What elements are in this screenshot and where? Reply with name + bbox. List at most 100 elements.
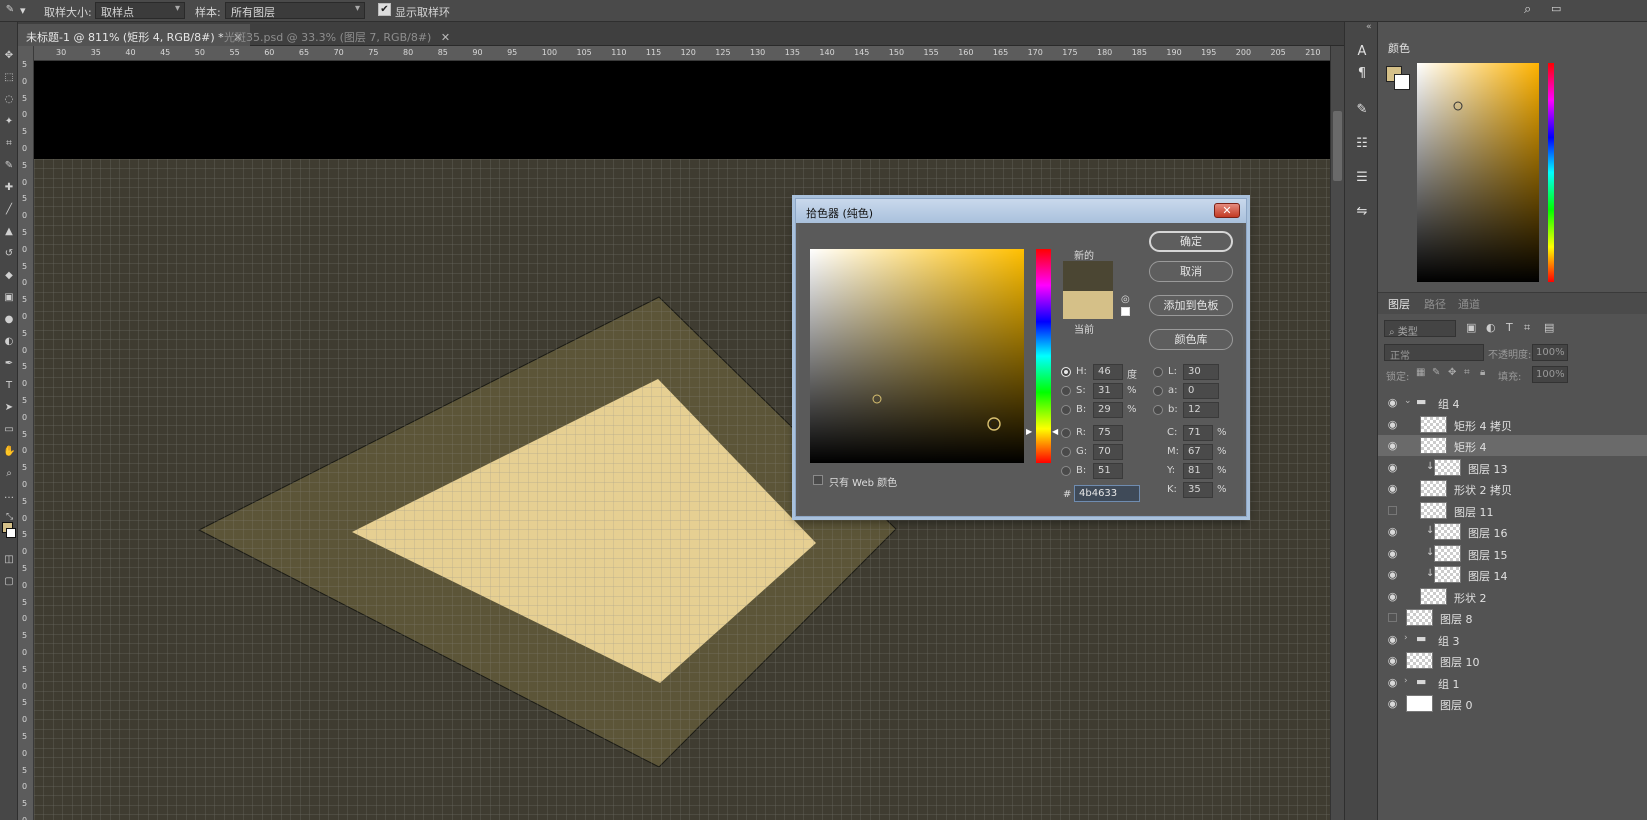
layer-row[interactable]: ◉ ↓ 图层 13 <box>1378 457 1647 478</box>
swap-colors-icon[interactable]: ⤡ <box>6 512 13 522</box>
tab-layers[interactable]: 图层 <box>1388 296 1410 312</box>
layer-thumbnail[interactable] <box>1406 609 1433 626</box>
ok-button[interactable]: 确定 <box>1149 231 1233 252</box>
gamut-warning-icon[interactable]: ◎ <box>1121 294 1130 305</box>
layer-row[interactable]: ◉ ↓ 图层 14 <box>1378 564 1647 585</box>
layer-row[interactable]: ◉ 图层 0 <box>1378 693 1647 714</box>
lasso-tool-icon[interactable]: ◌ <box>3 94 15 106</box>
screen-mode-icon[interactable]: ▢ <box>3 576 15 588</box>
blue-input[interactable]: 51 <box>1093 463 1123 479</box>
chevron-down-icon[interactable]: ⌄ <box>1404 396 1412 406</box>
layer-row[interactable]: ◉ ↓ 图层 15 <box>1378 543 1647 564</box>
lock-transparency-icon[interactable]: ▦ <box>1416 367 1425 378</box>
stamp-tool-icon[interactable]: ▲ <box>3 226 15 238</box>
color-panel-field[interactable] <box>1417 63 1539 282</box>
sample-size-select[interactable]: 取样点 <box>95 2 185 19</box>
hue-slider[interactable] <box>1036 249 1051 463</box>
cancel-button[interactable]: 取消 <box>1149 261 1233 282</box>
eye-icon[interactable]: ◉ <box>1386 676 1399 689</box>
layer-thumbnail[interactable] <box>1434 544 1461 562</box>
filter-adjustment-icon[interactable]: ◐ <box>1486 321 1496 334</box>
red-input[interactable]: 75 <box>1093 425 1123 441</box>
eye-icon[interactable]: ◉ <box>1386 439 1399 452</box>
lab-a-radio[interactable] <box>1153 386 1163 396</box>
gradient-tool-icon[interactable]: ▣ <box>3 292 15 304</box>
paragraph-panel-icon[interactable]: ¶ <box>1354 66 1370 82</box>
eye-hidden-icon[interactable] <box>1388 505 1397 515</box>
layer-row[interactable]: ◉ › ▬ 组 3 <box>1378 629 1647 650</box>
dialog-close-button[interactable]: ✕ <box>1214 203 1240 218</box>
layer-thumbnail[interactable] <box>1406 652 1433 669</box>
bg-color-swatch[interactable] <box>1394 74 1410 90</box>
dodge-tool-icon[interactable]: ◐ <box>3 336 15 348</box>
hue-input[interactable]: 46 <box>1093 364 1123 380</box>
scrollbar-thumb[interactable] <box>1333 111 1342 181</box>
shape-layer-thumbnail[interactable] <box>1420 587 1447 605</box>
magic-wand-tool-icon[interactable]: ✦ <box>3 116 15 128</box>
eye-icon[interactable]: ◉ <box>1386 633 1399 646</box>
zoom-tool-icon[interactable]: ⌕ <box>3 468 15 480</box>
eye-icon[interactable]: ◉ <box>1386 525 1399 538</box>
cyan-input[interactable]: 71 <box>1183 425 1213 441</box>
close-icon[interactable]: ✕ <box>441 31 450 44</box>
layer-search-input[interactable]: ⌕ 类型 <box>1384 320 1456 338</box>
web-safe-icon[interactable] <box>1121 307 1130 316</box>
magenta-input[interactable]: 67 <box>1183 444 1213 460</box>
marquee-tool-icon[interactable]: ⬚ <box>3 72 15 84</box>
layer-row[interactable]: ◉ 矩形 4 <box>1378 435 1647 456</box>
layer-thumbnail[interactable] <box>1434 458 1461 476</box>
sample-select[interactable]: 所有图层 <box>225 2 365 19</box>
brush-panel-icon[interactable]: ✎ <box>1354 102 1370 118</box>
eye-icon[interactable]: ◉ <box>1386 697 1399 710</box>
layer-row[interactable]: ◉ 形状 2 拷贝 <box>1378 478 1647 499</box>
lab-l-input[interactable]: 30 <box>1183 364 1219 380</box>
saturation-brightness-field[interactable] <box>810 249 1024 463</box>
tab-document-2[interactable]: 光斑35.psd @ 33.3% (图层 7, RGB/8#) ✕ <box>216 24 458 46</box>
properties-panel-icon[interactable]: ☰ <box>1354 170 1370 186</box>
saturation-input[interactable]: 31 <box>1093 383 1123 399</box>
filter-shape-icon[interactable]: ⌗ <box>1524 321 1530 335</box>
blend-mode-select[interactable]: 正常 <box>1384 344 1484 362</box>
tab-color[interactable]: 颜色 <box>1388 40 1410 56</box>
quick-mask-icon[interactable]: ◫ <box>3 554 15 566</box>
search-icon[interactable]: ⌕ <box>1524 2 1531 17</box>
filter-pixel-icon[interactable]: ▣ <box>1466 321 1476 334</box>
lab-b-radio[interactable] <box>1153 405 1163 415</box>
eye-icon[interactable]: ◉ <box>1386 396 1399 409</box>
show-ring-checkbox[interactable]: ✔ <box>378 3 391 16</box>
layer-row[interactable]: ◉ 图层 10 <box>1378 650 1647 671</box>
saturation-radio[interactable] <box>1061 386 1071 396</box>
layer-thumbnail[interactable] <box>1434 523 1461 540</box>
more-tools-icon[interactable]: … <box>3 490 15 502</box>
eyedropper-icon[interactable]: ✎ <box>3 160 15 172</box>
tab-channels[interactable]: 通道 <box>1458 296 1480 312</box>
layer-row[interactable]: ◉ 形状 2 <box>1378 586 1647 607</box>
pen-tool-icon[interactable]: ✒ <box>3 358 15 370</box>
web-only-checkbox[interactable] <box>813 475 823 485</box>
shape-layer-thumbnail[interactable] <box>1420 415 1447 433</box>
lock-all-icon[interactable]: 🔒︎ <box>1480 367 1485 378</box>
current-color-swatch[interactable] <box>1063 291 1113 319</box>
history-panel-icon[interactable]: ⇋ <box>1354 204 1370 220</box>
eye-icon[interactable]: ◉ <box>1386 590 1399 603</box>
lab-b-input[interactable]: 12 <box>1183 402 1219 418</box>
layer-thumbnail[interactable] <box>1420 501 1447 519</box>
collapse-panels-icon[interactable]: « <box>1366 22 1372 32</box>
adjustments-panel-icon[interactable]: ☷ <box>1354 136 1370 152</box>
chevron-right-icon[interactable]: › <box>1404 633 1408 643</box>
eye-icon[interactable]: ◉ <box>1386 547 1399 560</box>
character-panel-icon[interactable]: A <box>1354 44 1370 60</box>
lock-position-icon[interactable]: ✥ <box>1448 367 1456 378</box>
eye-hidden-icon[interactable] <box>1388 613 1397 622</box>
eye-icon[interactable]: ◉ <box>1386 654 1399 667</box>
layer-row[interactable]: ◉ › ▬ 组 1 <box>1378 672 1647 693</box>
layer-thumbnail[interactable] <box>1406 695 1433 712</box>
layer-row[interactable]: 图层 11 <box>1378 500 1647 521</box>
lab-a-input[interactable]: 0 <box>1183 383 1219 399</box>
background-color-swatch[interactable] <box>6 528 16 538</box>
green-input[interactable]: 70 <box>1093 444 1123 460</box>
eyedropper-tool-icon[interactable]: ✎ <box>4 4 16 16</box>
tool-preset-caret-icon[interactable]: ▾ <box>20 4 26 17</box>
type-tool-icon[interactable]: T <box>3 380 15 392</box>
brightness-input[interactable]: 29 <box>1093 402 1123 418</box>
